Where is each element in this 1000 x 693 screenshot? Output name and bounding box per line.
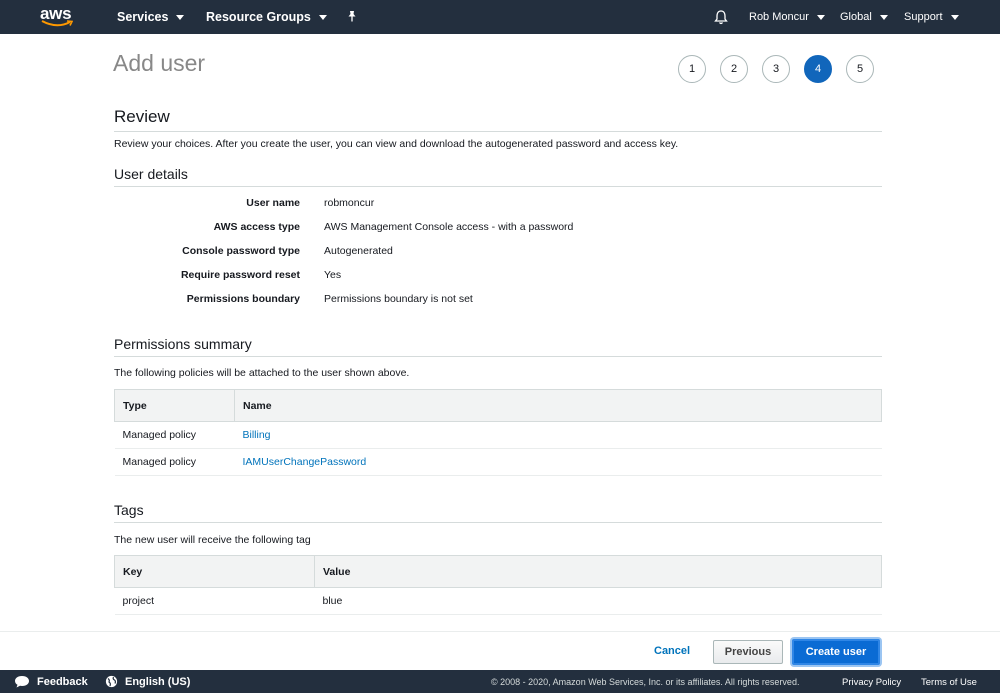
column-header-type[interactable]: Type (114, 389, 235, 422)
page-title: Add user (113, 50, 206, 76)
services-label: Services (117, 10, 169, 24)
tag-key-cell: project (114, 587, 315, 615)
table-row: project blue (114, 587, 882, 615)
tags-table: Key Value project blue (114, 555, 882, 615)
permissions-table: Type Name Managed policy Billing Managed… (114, 389, 882, 476)
step-2-button[interactable]: 2 (720, 55, 748, 83)
wizard-steps: 1 2 3 4 5 (678, 55, 888, 83)
password-reset-value: Yes (324, 269, 342, 281)
copyright-text: © 2008 - 2020, Amazon Web Services, Inc.… (491, 677, 800, 687)
policy-type-cell: Managed policy (114, 421, 235, 449)
column-header-key[interactable]: Key (114, 555, 315, 588)
table-row: Managed policy IAMUserChangePassword (114, 448, 882, 476)
tag-value-cell: blue (314, 587, 882, 615)
top-nav: aws Services Resource Groups Rob Moncur … (0, 0, 1000, 34)
permissions-boundary-label: Permissions boundary (186, 293, 300, 305)
previous-button[interactable]: Previous (713, 640, 783, 664)
permissions-description: The following policies will be attached … (114, 367, 410, 379)
policy-link-billing[interactable]: Billing (243, 429, 271, 441)
account-menu[interactable]: Rob Moncur (749, 11, 825, 23)
column-header-value[interactable]: Value (314, 555, 882, 588)
user-details-heading: User details (114, 166, 188, 182)
permissions-summary-heading: Permissions summary (114, 336, 252, 352)
policy-type-cell: Managed policy (114, 448, 235, 476)
password-type-value: Autogenerated (324, 245, 393, 257)
services-menu[interactable]: Services (117, 10, 185, 24)
password-reset-label: Require password reset (180, 269, 300, 281)
language-selector[interactable]: English (US) (105, 675, 190, 688)
table-header-row: Type Name (114, 389, 882, 422)
chevron-down-icon (950, 14, 959, 20)
tags-description: The new user will receive the following … (114, 534, 311, 546)
chevron-down-icon (879, 14, 888, 20)
tags-heading: Tags (114, 502, 144, 518)
support-label: Support (904, 11, 943, 23)
table-header-row: Key Value (114, 555, 882, 588)
review-heading: Review (114, 107, 170, 126)
aws-smile-icon (41, 20, 73, 27)
password-type-label: Console password type (182, 245, 300, 257)
globe-icon (105, 675, 118, 688)
terms-of-use-link[interactable]: Terms of Use (921, 677, 977, 688)
feedback-link[interactable]: Feedback (14, 675, 88, 688)
language-label: English (US) (125, 675, 191, 688)
region-menu[interactable]: Global (840, 11, 888, 23)
column-header-name[interactable]: Name (234, 389, 882, 422)
step-5-button[interactable]: 5 (846, 55, 874, 83)
divider (114, 522, 882, 523)
policy-link-iamuserchangepassword[interactable]: IAMUserChangePassword (243, 456, 367, 468)
bell-icon[interactable] (714, 9, 728, 25)
step-4-button-active[interactable]: 4 (804, 55, 832, 83)
cancel-button[interactable]: Cancel (654, 645, 690, 657)
speech-bubble-icon (15, 676, 29, 688)
create-user-button[interactable]: Create user (792, 639, 880, 665)
permissions-boundary-value: Permissions boundary is not set (324, 293, 473, 305)
region-label: Global (840, 11, 872, 23)
access-type-label: AWS access type (213, 221, 300, 233)
footer: Feedback English (US) © 2008 - 2020, Ama… (0, 670, 1000, 693)
chevron-down-icon (816, 14, 825, 20)
support-menu[interactable]: Support (904, 11, 959, 23)
chevron-down-icon (318, 14, 327, 20)
resource-groups-menu[interactable]: Resource Groups (206, 10, 327, 24)
wizard-action-bar: Cancel Previous Create user (0, 631, 1000, 669)
user-name-label: User name (246, 197, 300, 209)
review-description: Review your choices. After you create th… (114, 138, 679, 150)
step-3-button[interactable]: 3 (762, 55, 790, 83)
aws-logo[interactable]: aws (40, 0, 110, 34)
step-1-button[interactable]: 1 (678, 55, 706, 83)
feedback-label: Feedback (37, 675, 88, 688)
access-type-value: AWS Management Console access - with a p… (324, 221, 574, 233)
user-name-value: robmoncur (324, 197, 375, 209)
divider (114, 356, 882, 357)
divider (114, 131, 882, 132)
pin-icon[interactable] (346, 10, 358, 22)
table-row: Managed policy Billing (114, 421, 882, 449)
resource-groups-label: Resource Groups (206, 10, 311, 24)
privacy-policy-link[interactable]: Privacy Policy (842, 677, 901, 688)
account-name: Rob Moncur (749, 11, 809, 23)
divider (114, 186, 882, 187)
chevron-down-icon (176, 14, 185, 20)
